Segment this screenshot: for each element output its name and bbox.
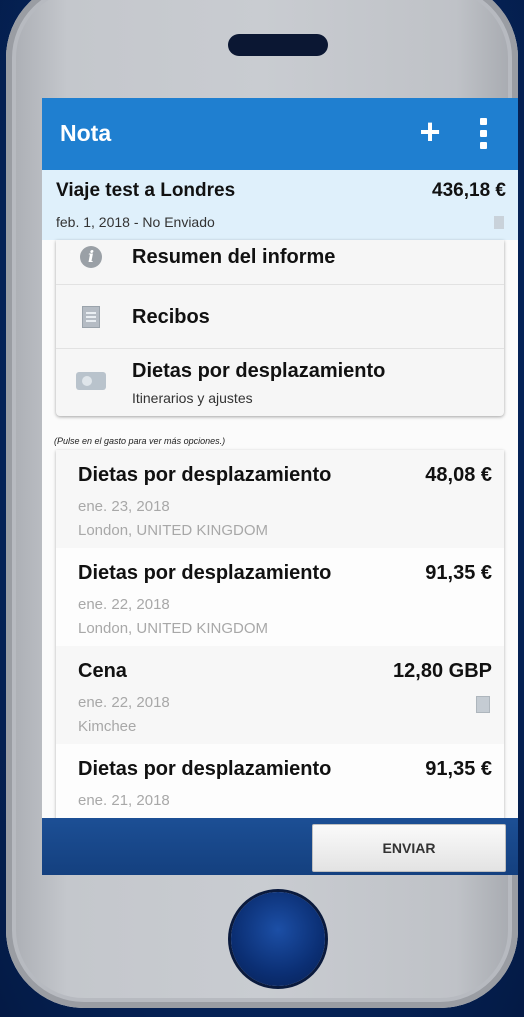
expense-title: Dietas por desplazamiento xyxy=(78,464,332,486)
expense-title: Dietas por desplazamiento xyxy=(78,758,332,780)
menu-item-per-diem[interactable]: Dietas por desplazamiento Itinerarios y … xyxy=(56,348,504,416)
phone-frame: Nota + Viaje test a Londres 436,18 € feb… xyxy=(6,0,518,1008)
report-amount: 436,18 € xyxy=(432,180,506,201)
expense-date: ene. 22, 2018 xyxy=(78,596,170,613)
page-title: Nota xyxy=(60,120,112,146)
expense-amount: 91,35 € xyxy=(425,562,492,584)
report-header[interactable]: Viaje test a Londres 436,18 € feb. 1, 20… xyxy=(42,170,518,240)
receipt-icon xyxy=(82,306,100,328)
expense-location: London, UNITED KINGDOM xyxy=(78,522,269,539)
expense-title: Dietas por desplazamiento xyxy=(78,562,332,584)
expense-location: London, UNITED KINGDOM xyxy=(78,620,269,637)
report-name: Viaje test a Londres xyxy=(56,180,236,201)
expense-row[interactable]: Cena 12,80 GBP ene. 22, 2018 Kimchee xyxy=(56,646,504,745)
report-menu: i Resumen del informe Recibos Dietas por… xyxy=(56,240,504,416)
receipt-icon xyxy=(476,696,490,713)
add-button[interactable]: + xyxy=(410,112,450,152)
expense-row[interactable]: Dietas por desplazamiento 91,35 € ene. 2… xyxy=(56,548,504,647)
bottom-bar: ENVIAR xyxy=(42,818,518,875)
receipt-icon xyxy=(494,216,504,229)
home-button[interactable] xyxy=(231,892,325,986)
menu-item-summary[interactable]: i Resumen del informe xyxy=(56,240,504,285)
report-meta: feb. 1, 2018 - No Enviado xyxy=(56,214,215,230)
app-screen: Nota + Viaje test a Londres 436,18 € feb… xyxy=(42,98,518,875)
report-separator: - xyxy=(133,214,139,230)
expense-row[interactable]: Dietas por desplazamiento 48,08 € ene. 2… xyxy=(56,450,504,549)
overflow-menu-icon[interactable] xyxy=(474,116,494,152)
expense-amount: 91,35 € xyxy=(425,758,492,780)
app-bar: Nota + xyxy=(42,98,518,170)
expense-row[interactable]: Dietas por desplazamiento 91,35 € ene. 2… xyxy=(56,744,504,822)
expense-list: Dietas por desplazamiento 48,08 € ene. 2… xyxy=(56,450,504,822)
expense-date: ene. 21, 2018 xyxy=(78,792,170,809)
menu-item-sublabel: Itinerarios y ajustes xyxy=(132,390,253,406)
expense-location: Kimchee xyxy=(78,718,137,735)
report-date: feb. 1, 2018 xyxy=(56,214,130,230)
expense-date: ene. 22, 2018 xyxy=(78,694,170,711)
expense-date: ene. 23, 2018 xyxy=(78,498,170,515)
menu-item-receipts[interactable]: Recibos xyxy=(56,284,504,349)
menu-item-label: Dietas por desplazamiento xyxy=(132,360,386,382)
info-icon: i xyxy=(80,246,102,268)
expense-title: Cena xyxy=(78,660,127,682)
ticket-icon xyxy=(76,372,106,390)
hint-text: (Pulse en el gasto para ver más opciones… xyxy=(54,436,226,446)
phone-speaker xyxy=(228,34,328,56)
menu-item-label: Resumen del informe xyxy=(132,246,336,268)
menu-item-label: Recibos xyxy=(132,306,210,328)
report-status: No Enviado xyxy=(142,214,215,230)
expense-amount: 12,80 GBP xyxy=(393,660,492,682)
send-button[interactable]: ENVIAR xyxy=(312,824,506,872)
expense-amount: 48,08 € xyxy=(425,464,492,486)
